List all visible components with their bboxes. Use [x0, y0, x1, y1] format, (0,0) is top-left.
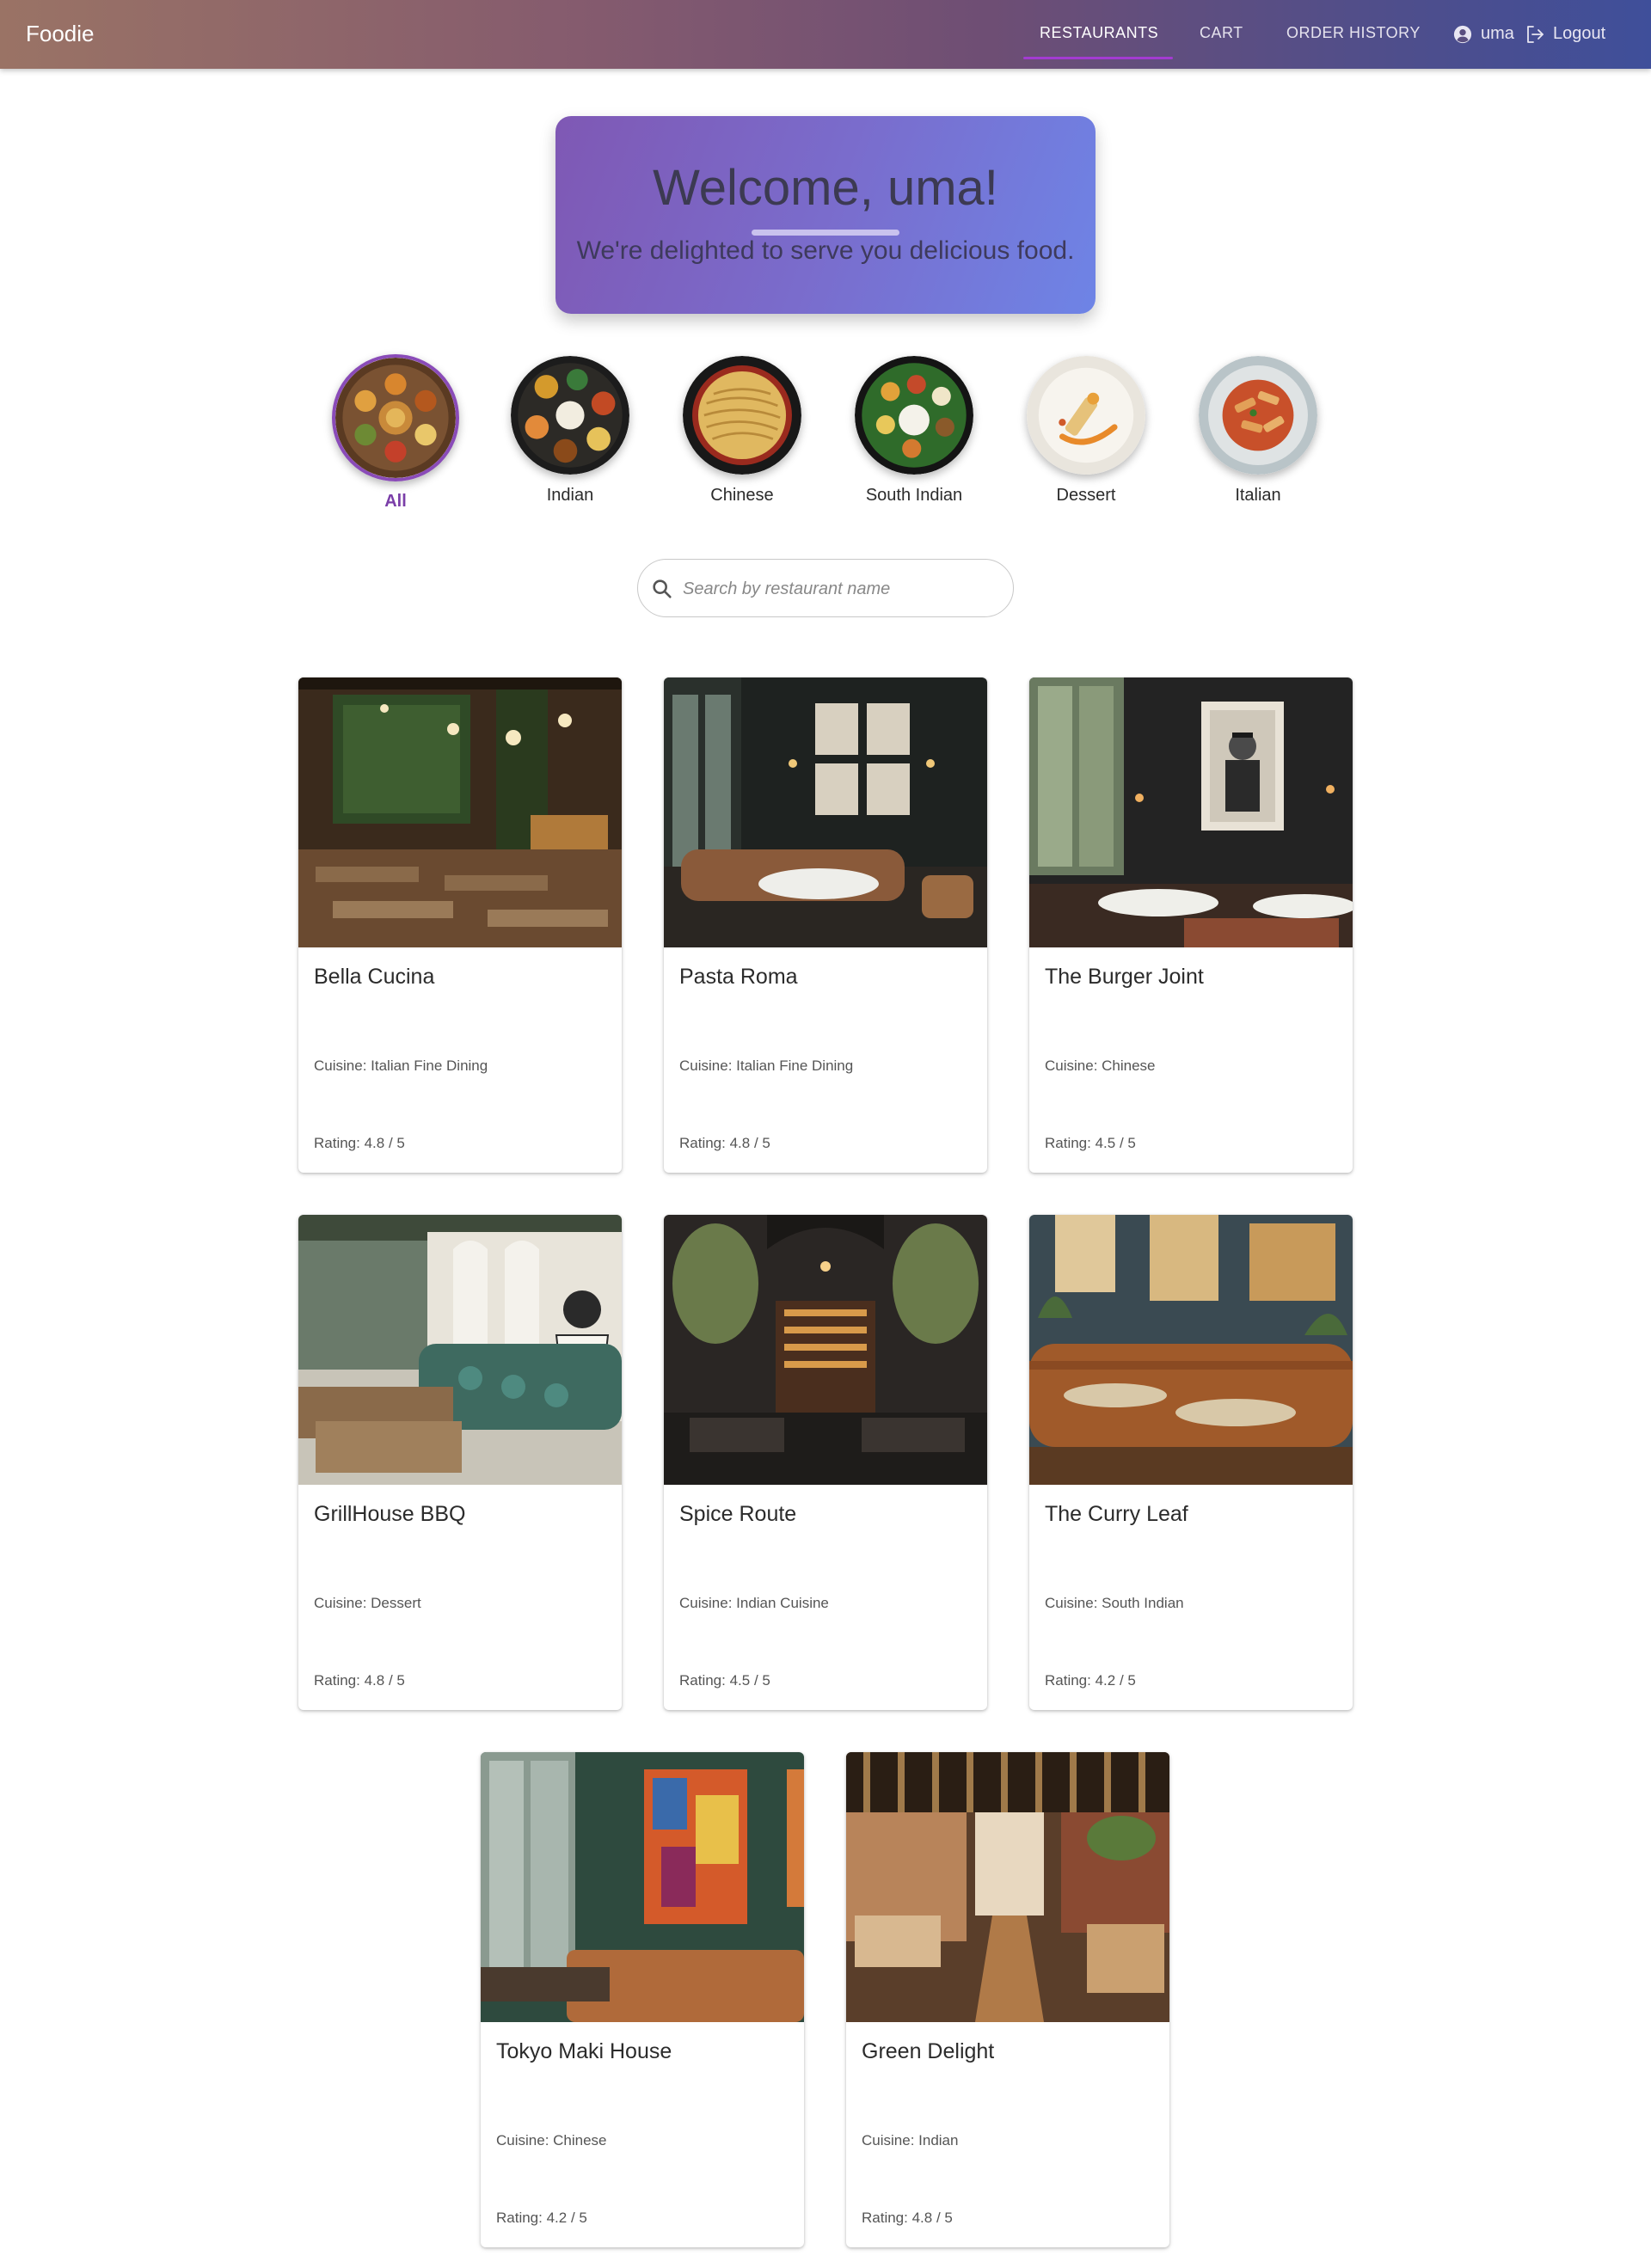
- search-bar[interactable]: [637, 559, 1014, 617]
- category-south-indian-image: [855, 356, 973, 475]
- welcome-banner: Welcome, uma! We're delighted to serve y…: [555, 116, 1096, 314]
- restaurant-cuisine: Cuisine: Indian Cuisine: [679, 1595, 829, 1611]
- restaurant-card[interactable]: The Burger Joint Cuisine: Chinese Rating…: [1029, 677, 1353, 1173]
- restaurant-card[interactable]: GrillHouse BBQ Cuisine: Dessert Rating: …: [298, 1215, 622, 1710]
- brand-logo[interactable]: Foodie: [26, 21, 95, 47]
- restaurant-photo: [298, 1215, 622, 1485]
- category-chinese-image: [683, 356, 801, 475]
- category-label: All: [384, 492, 407, 511]
- restaurant-cuisine: Cuisine: Italian Fine Dining: [679, 1057, 854, 1074]
- user-name: uma: [1481, 24, 1514, 43]
- restaurant-rating: Rating: 4.8 / 5: [314, 1672, 405, 1689]
- restaurant-name: Pasta Roma: [679, 965, 798, 989]
- restaurant-card[interactable]: Bella Cucina Cuisine: Italian Fine Dinin…: [298, 677, 622, 1173]
- logout-button[interactable]: Logout: [1553, 24, 1605, 44]
- category-label: South Indian: [865, 486, 963, 505]
- restaurant-card[interactable]: The Curry Leaf Cuisine: South Indian Rat…: [1029, 1215, 1353, 1710]
- nav-cart[interactable]: CART: [1200, 24, 1243, 42]
- restaurant-name: The Curry Leaf: [1045, 1502, 1188, 1526]
- category-dessert-image: [1027, 356, 1145, 475]
- restaurant-rating: Rating: 4.5 / 5: [1045, 1135, 1136, 1151]
- restaurant-photo: [1029, 677, 1353, 947]
- category-dessert[interactable]: Dessert: [1000, 356, 1172, 519]
- restaurant-card[interactable]: Spice Route Cuisine: Indian Cuisine Rati…: [664, 1215, 987, 1710]
- search-input[interactable]: [683, 573, 1001, 604]
- category-italian[interactable]: Italian: [1172, 356, 1344, 519]
- restaurant-rating: Rating: 4.8 / 5: [314, 1135, 405, 1151]
- category-label: Dessert: [1056, 486, 1116, 505]
- restaurant-cuisine: Cuisine: Chinese: [1045, 1057, 1156, 1074]
- account-circle-icon: [1453, 25, 1472, 44]
- restaurant-photo: [664, 677, 987, 947]
- restaurant-name: Tokyo Maki House: [496, 2039, 672, 2063]
- restaurant-rating: Rating: 4.8 / 5: [862, 2210, 953, 2226]
- category-indian[interactable]: Indian: [484, 356, 656, 519]
- category-italian-image: [1199, 356, 1317, 475]
- category-label: Chinese: [710, 486, 774, 505]
- restaurant-photo: [481, 1752, 804, 2022]
- category-all[interactable]: All: [310, 354, 482, 519]
- category-indian-image: [511, 356, 629, 475]
- restaurant-name: Spice Route: [679, 1502, 797, 1526]
- nav-active-indicator: [1023, 57, 1173, 59]
- restaurant-photo: [664, 1215, 987, 1485]
- welcome-subtitle: We're delighted to serve you delicious f…: [576, 236, 1075, 265]
- category-label: Italian: [1235, 486, 1281, 505]
- restaurant-rating: Rating: 4.8 / 5: [679, 1135, 770, 1151]
- welcome-divider: [752, 230, 899, 236]
- restaurant-photo: [298, 677, 622, 947]
- restaurant-rating: Rating: 4.2 / 5: [496, 2210, 587, 2226]
- restaurant-photo: [1029, 1215, 1353, 1485]
- top-app-bar: Foodie RESTAURANTS CART ORDER HISTORY um…: [0, 0, 1651, 69]
- restaurant-name: Green Delight: [862, 2039, 995, 2063]
- logout-icon[interactable]: [1525, 24, 1545, 45]
- restaurant-photo: [846, 1752, 1169, 2022]
- category-all-image: [332, 354, 459, 481]
- restaurant-card[interactable]: Tokyo Maki House Cuisine: Chinese Rating…: [481, 1752, 804, 2247]
- restaurant-name: Bella Cucina: [314, 965, 435, 989]
- restaurant-cuisine: Cuisine: Chinese: [496, 2132, 607, 2148]
- category-south-indian[interactable]: South Indian: [828, 356, 1000, 519]
- nav-order-history[interactable]: ORDER HISTORY: [1286, 24, 1421, 42]
- restaurant-cuisine: Cuisine: Indian: [862, 2132, 959, 2148]
- restaurant-cuisine: Cuisine: South Indian: [1045, 1595, 1184, 1611]
- restaurant-name: The Burger Joint: [1045, 965, 1204, 989]
- restaurant-cuisine: Cuisine: Italian Fine Dining: [314, 1057, 488, 1074]
- category-chinese[interactable]: Chinese: [656, 356, 828, 519]
- welcome-title: Welcome, uma!: [653, 160, 998, 216]
- nav-restaurants[interactable]: RESTAURANTS: [1040, 24, 1158, 42]
- restaurant-name: GrillHouse BBQ: [314, 1502, 466, 1526]
- restaurant-card[interactable]: Pasta Roma Cuisine: Italian Fine Dining …: [664, 677, 987, 1173]
- search-icon: [650, 577, 674, 601]
- category-label: Indian: [546, 486, 594, 505]
- restaurant-rating: Rating: 4.2 / 5: [1045, 1672, 1136, 1689]
- restaurant-card[interactable]: Green Delight Cuisine: Indian Rating: 4.…: [846, 1752, 1169, 2247]
- restaurant-rating: Rating: 4.5 / 5: [679, 1672, 770, 1689]
- restaurant-cuisine: Cuisine: Dessert: [314, 1595, 421, 1611]
